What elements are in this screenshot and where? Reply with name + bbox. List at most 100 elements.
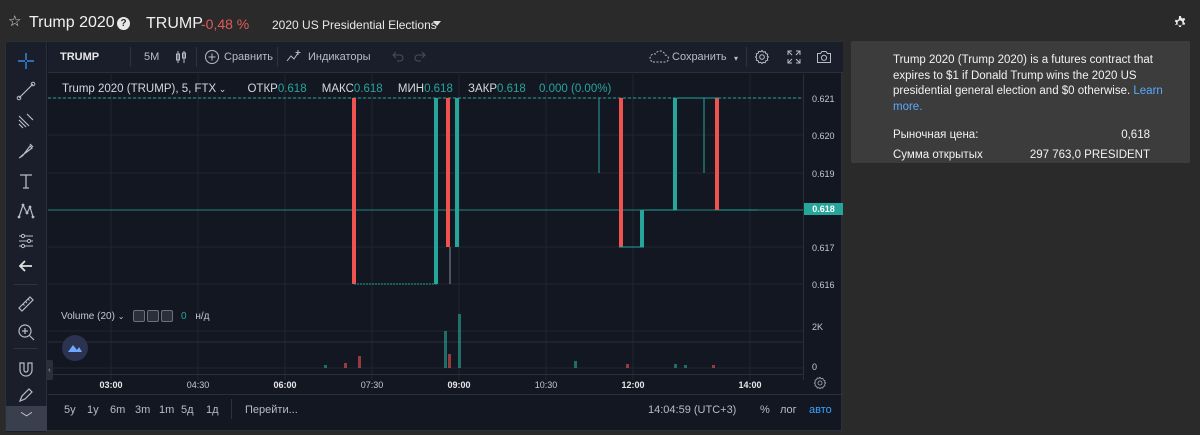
price-plot[interactable]: Trump 2020 (TRUMP), 5, FTX ⌄ ОТКР0.618 М…	[48, 74, 803, 380]
compare-button[interactable]: Сравнить	[224, 50, 273, 64]
fib-tool-icon[interactable]	[15, 110, 37, 132]
time-tick: 06:00	[273, 380, 297, 390]
fullscreen-icon[interactable]	[786, 49, 802, 65]
chevron-down-icon[interactable]	[433, 21, 441, 26]
toolbar-divider	[231, 399, 232, 419]
volume-bar	[574, 361, 577, 368]
goto-date-button[interactable]: Перейти...	[245, 403, 298, 417]
legend-symbol[interactable]: Trump 2020 (TRUMP), 5, FTX	[62, 83, 216, 95]
range-button[interactable]: 5y	[64, 403, 76, 417]
toolbar-divider	[14, 284, 38, 285]
market-description: Trump 2020 (Trump 2020) is a futures con…	[893, 53, 1163, 115]
legend-close-value: 0.618	[497, 83, 526, 95]
toolbar-divider	[196, 47, 197, 67]
open-interest-value: 297 763,0 PRESIDENT	[1029, 149, 1150, 161]
percent-toggle[interactable]: %	[760, 403, 770, 417]
price-tick: 0.619	[812, 169, 835, 179]
indicators-button[interactable]: Индикаторы	[308, 50, 371, 64]
symbol-search[interactable]: TRUMP	[60, 50, 99, 64]
ruler-icon[interactable]	[15, 293, 37, 315]
magnet-icon[interactable]	[15, 358, 37, 380]
settings-icon[interactable]	[147, 310, 160, 323]
crosshair-icon[interactable]	[15, 50, 37, 72]
pencil-lock-icon[interactable]	[15, 384, 37, 406]
time-tick: 12:00	[621, 380, 645, 390]
ticker-symbol: TRUMP	[146, 15, 203, 32]
gear-icon[interactable]	[1173, 16, 1187, 30]
save-button[interactable]: Сохранить	[672, 50, 727, 64]
visibility-icon[interactable]	[133, 310, 146, 323]
candle	[640, 210, 644, 247]
range-button[interactable]: 3m	[135, 403, 150, 417]
chevron-down-icon[interactable]: ﹀	[6, 406, 47, 431]
range-button[interactable]: 1m	[159, 403, 174, 417]
auto-toggle[interactable]: авто	[809, 403, 832, 417]
legend-open-value: 0.618	[277, 83, 307, 95]
candles-icon[interactable]	[173, 49, 189, 65]
chart-legend: Trump 2020 (TRUMP), 5, FTX ⌄ ОТКР0.618 М…	[62, 83, 612, 95]
toolbar-divider	[130, 47, 131, 67]
candles	[352, 97, 758, 285]
volume-label[interactable]: Volume (20)	[61, 311, 115, 322]
indicators-icon[interactable]	[286, 49, 302, 65]
range-button[interactable]: 1д	[206, 403, 219, 417]
legend-high-label: МАКС	[321, 83, 354, 95]
volume-tick: 0	[812, 362, 818, 372]
market-selector[interactable]: 2020 US Presidential Elections	[272, 17, 437, 33]
brush-icon[interactable]	[15, 140, 37, 162]
help-icon[interactable]: ?	[117, 17, 130, 30]
market-info-panel: Trump 2020 (Trump 2020) is a futures con…	[851, 41, 1190, 163]
add-circle-icon[interactable]	[204, 49, 220, 65]
open-interest-row: Сумма открытых 297 763,0 PRESIDENT	[893, 148, 1150, 162]
pattern-icon[interactable]	[15, 200, 37, 222]
price-axis[interactable]: 0.621 0.620 0.619 0.618 0.617 0.616 2K 0	[803, 74, 843, 380]
zoom-in-icon[interactable]	[15, 321, 37, 343]
toolbar-divider	[14, 348, 38, 349]
prediction-tool-icon[interactable]	[15, 230, 37, 252]
time-tick: 09:00	[447, 380, 471, 390]
volume-bar	[674, 364, 677, 368]
volume-bar	[712, 365, 715, 368]
candle	[455, 98, 459, 247]
legend-close-label: ЗАКР	[468, 83, 498, 95]
undo-icon[interactable]	[390, 49, 406, 65]
camera-icon[interactable]	[816, 49, 832, 65]
time-axis[interactable]: 03:00 04:30 06:00 07:30 09:00 10:30 12:0…	[48, 374, 803, 394]
text-tool-icon[interactable]	[15, 170, 37, 192]
redo-icon[interactable]	[412, 49, 428, 65]
toolbar-divider	[277, 47, 278, 67]
price-change: -0,48 %	[201, 16, 250, 32]
cloud-icon[interactable]	[648, 49, 670, 65]
time-tick: 03:00	[99, 380, 123, 390]
volume-bar	[358, 356, 361, 368]
chevron-down-icon[interactable]: ▾	[734, 52, 738, 66]
drawing-toolbar: ﹀	[6, 42, 47, 432]
log-toggle[interactable]: лог	[780, 403, 797, 417]
time-tick: 14:00	[738, 380, 762, 390]
star-icon[interactable]: ☆	[8, 14, 21, 30]
current-price-label: 0.618	[804, 203, 843, 215]
candle	[619, 98, 623, 247]
back-arrow-icon[interactable]	[15, 255, 37, 277]
toolbar-divider	[746, 47, 747, 67]
range-button[interactable]: 5д	[181, 403, 194, 417]
market-title: Trump 2020	[29, 14, 115, 31]
market-price-row: Рыночная цена: 0,618	[893, 128, 1150, 142]
timezone-clock[interactable]: 14:04:59 (UTC+3)	[648, 403, 736, 417]
range-button[interactable]: 1y	[87, 403, 99, 417]
grid-lines	[48, 74, 803, 380]
interval-selector[interactable]: 5M	[144, 50, 159, 64]
candle	[352, 98, 356, 284]
axis-settings-icon[interactable]	[813, 376, 827, 390]
close-icon[interactable]	[161, 310, 174, 323]
candle	[446, 98, 450, 247]
price-tick: 0.621	[812, 94, 835, 104]
volume-na: н/д	[195, 311, 210, 322]
range-button[interactable]: 6m	[110, 403, 125, 417]
settings-icon[interactable]	[754, 49, 770, 65]
description-text: Trump 2020 (Trump 2020) is a futures con…	[893, 54, 1153, 97]
market-price-value: 0,618	[1121, 129, 1150, 141]
trend-line-icon[interactable]	[15, 80, 37, 102]
tradingview-logo-icon[interactable]	[62, 335, 88, 361]
volume-bar	[444, 331, 447, 368]
